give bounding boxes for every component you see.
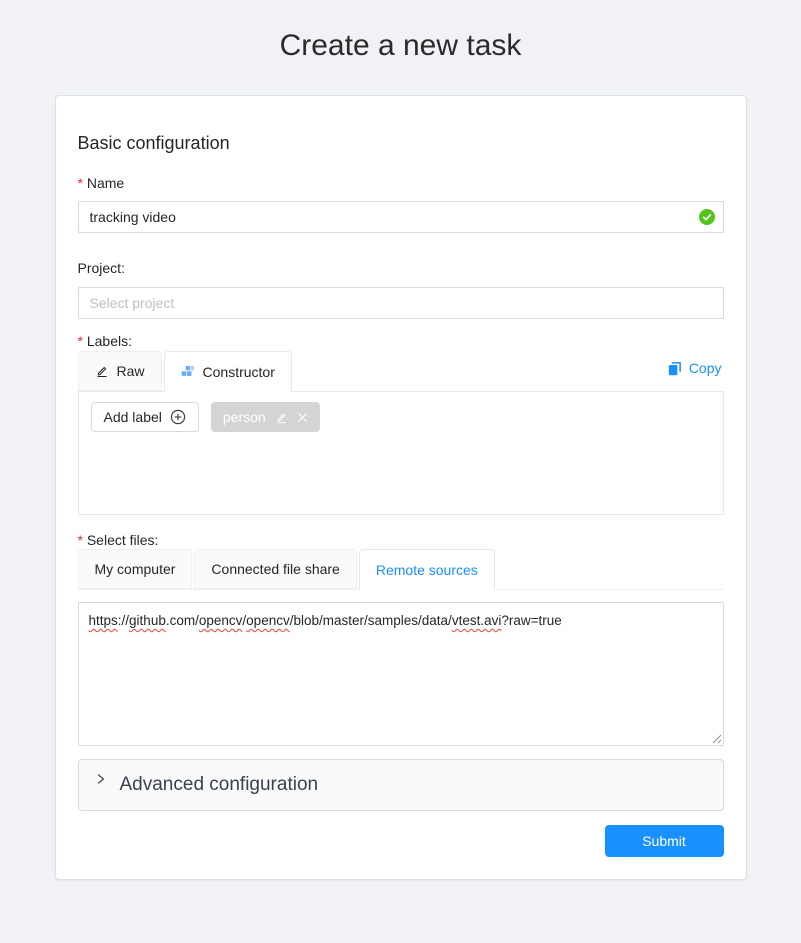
edit-icon[interactable] — [275, 411, 288, 424]
plus-circle-icon — [170, 409, 186, 425]
tab-my-computer-label: My computer — [95, 561, 176, 577]
labels-label: Labels: — [78, 331, 724, 351]
label-tag-person[interactable]: person — [211, 402, 320, 432]
add-label-button[interactable]: Add label — [91, 402, 199, 432]
tab-connected-file-share[interactable]: Connected file share — [194, 549, 356, 589]
check-circle-icon — [699, 209, 715, 225]
copy-labels-link[interactable]: Copy — [667, 360, 722, 376]
name-label: Name — [78, 173, 724, 193]
add-label-button-label: Add label — [104, 409, 162, 425]
copy-link-label: Copy — [689, 360, 722, 376]
create-task-card: Basic configuration Name Project: Labels… — [55, 95, 747, 880]
submit-row: Submit — [78, 825, 724, 857]
tab-remote-sources[interactable]: Remote sources — [359, 549, 495, 590]
label-tag-name: person — [223, 409, 266, 425]
select-files-label: Select files: — [78, 530, 724, 550]
basic-configuration-heading: Basic configuration — [78, 132, 724, 154]
advanced-configuration-title: Advanced configuration — [120, 774, 319, 796]
labels-constructor-area: Add label person — [78, 391, 724, 515]
chevron-right-icon — [95, 773, 107, 785]
labels-tabs-bar: Raw Constructor Copy — [78, 351, 724, 391]
tab-constructor-label: Constructor — [203, 364, 275, 380]
remote-url-text: https://github.com/opencv/opencv/blob/ma… — [89, 613, 562, 628]
tab-raw[interactable]: Raw — [78, 351, 162, 391]
resize-handle[interactable] — [709, 731, 722, 744]
tab-raw-label: Raw — [117, 363, 145, 379]
submit-button[interactable]: Submit — [605, 825, 724, 857]
tab-my-computer[interactable]: My computer — [78, 549, 193, 589]
copy-icon — [667, 361, 682, 376]
tab-connected-file-share-label: Connected file share — [211, 561, 339, 577]
remote-url-textarea[interactable]: https://github.com/opencv/opencv/blob/ma… — [78, 602, 724, 746]
name-input[interactable] — [78, 201, 724, 233]
edit-icon — [95, 364, 109, 378]
tab-remote-sources-label: Remote sources — [376, 562, 478, 578]
advanced-configuration-header[interactable]: Advanced configuration — [78, 759, 724, 811]
project-select[interactable] — [78, 287, 724, 319]
close-icon[interactable] — [297, 412, 308, 423]
page-title: Create a new task — [0, 26, 801, 65]
project-label: Project: — [78, 258, 724, 278]
build-icon — [181, 365, 195, 379]
files-tabs-bar: My computer Connected file share Remote … — [78, 550, 724, 590]
tab-constructor[interactable]: Constructor — [164, 351, 292, 392]
